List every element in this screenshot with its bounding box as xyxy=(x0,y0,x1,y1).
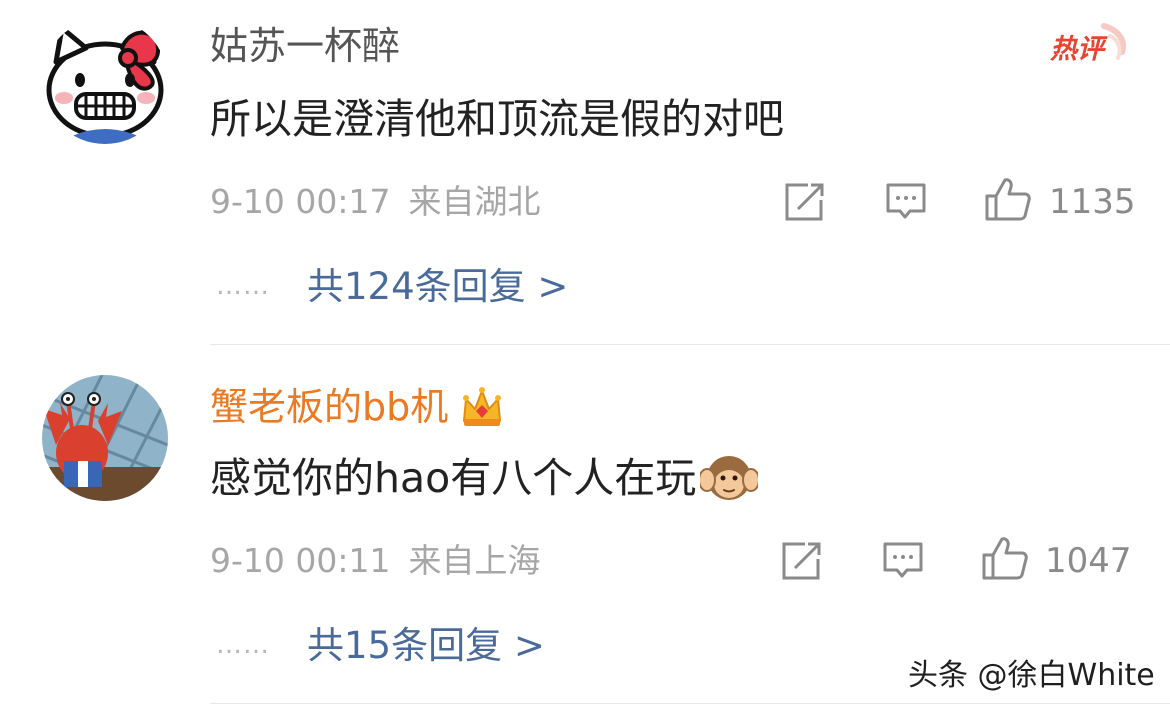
username[interactable]: 蟹老板的bb机 xyxy=(210,383,504,431)
like-button[interactable] xyxy=(981,535,1029,585)
comment-meta: 9-10 00:11 来自上海 xyxy=(210,539,541,583)
comment-item: 姑苏一杯醉 热评 所以是澄清他和顶流是假的对吧 9-10 00:17 来自湖北 1… xyxy=(0,0,1170,345)
like-icon xyxy=(985,178,1031,221)
repost-icon xyxy=(782,542,821,580)
username[interactable]: 姑苏一杯醉 xyxy=(210,22,400,70)
comment-meta: 9-10 00:17 来自湖北 xyxy=(210,180,541,224)
comment-text-body: 感觉你的hao有八个人在玩 xyxy=(210,454,697,502)
reply-dots: …… xyxy=(216,630,270,660)
like-button[interactable] xyxy=(984,176,1032,226)
repost-icon xyxy=(785,183,824,221)
repost-button[interactable] xyxy=(784,182,826,226)
comment-button[interactable] xyxy=(885,182,927,226)
comment-divider xyxy=(210,703,1170,704)
mr-krabs-avatar-icon xyxy=(42,375,168,501)
repost-button[interactable] xyxy=(781,541,823,585)
comment-icon xyxy=(886,183,926,219)
comment-text: 感觉你的hao有八个人在玩 xyxy=(210,451,759,505)
avatar[interactable] xyxy=(42,375,168,501)
crown-icon xyxy=(463,386,502,426)
like-icon xyxy=(982,537,1028,580)
view-replies-link[interactable]: 共15条回复 > xyxy=(307,622,545,670)
comment-time: 9-10 00:11 xyxy=(210,541,391,580)
hear-no-evil-monkey-icon xyxy=(700,456,759,500)
comment-time: 9-10 00:17 xyxy=(210,182,391,221)
username-text: 蟹老板的bb机 xyxy=(210,385,449,429)
reply-dots: …… xyxy=(216,271,270,301)
comment-button[interactable] xyxy=(882,541,924,585)
comment-location: 来自上海 xyxy=(408,541,541,580)
comment-location: 来自湖北 xyxy=(408,182,541,221)
like-count: 1047 xyxy=(1045,541,1132,581)
comment-text: 所以是澄清他和顶流是假的对吧 xyxy=(210,95,784,143)
avatar[interactable] xyxy=(42,18,168,144)
comment-icon xyxy=(883,542,923,578)
hot-badge-label: 热评 xyxy=(1049,34,1108,65)
like-count: 1135 xyxy=(1049,182,1136,222)
hot-comment-badge: 热评 xyxy=(1049,23,1126,65)
hello-kitty-avatar-icon xyxy=(42,18,168,144)
watermark: 头条 @徐白White xyxy=(908,658,1155,693)
view-replies-link[interactable]: 共124条回复 > xyxy=(307,263,568,311)
